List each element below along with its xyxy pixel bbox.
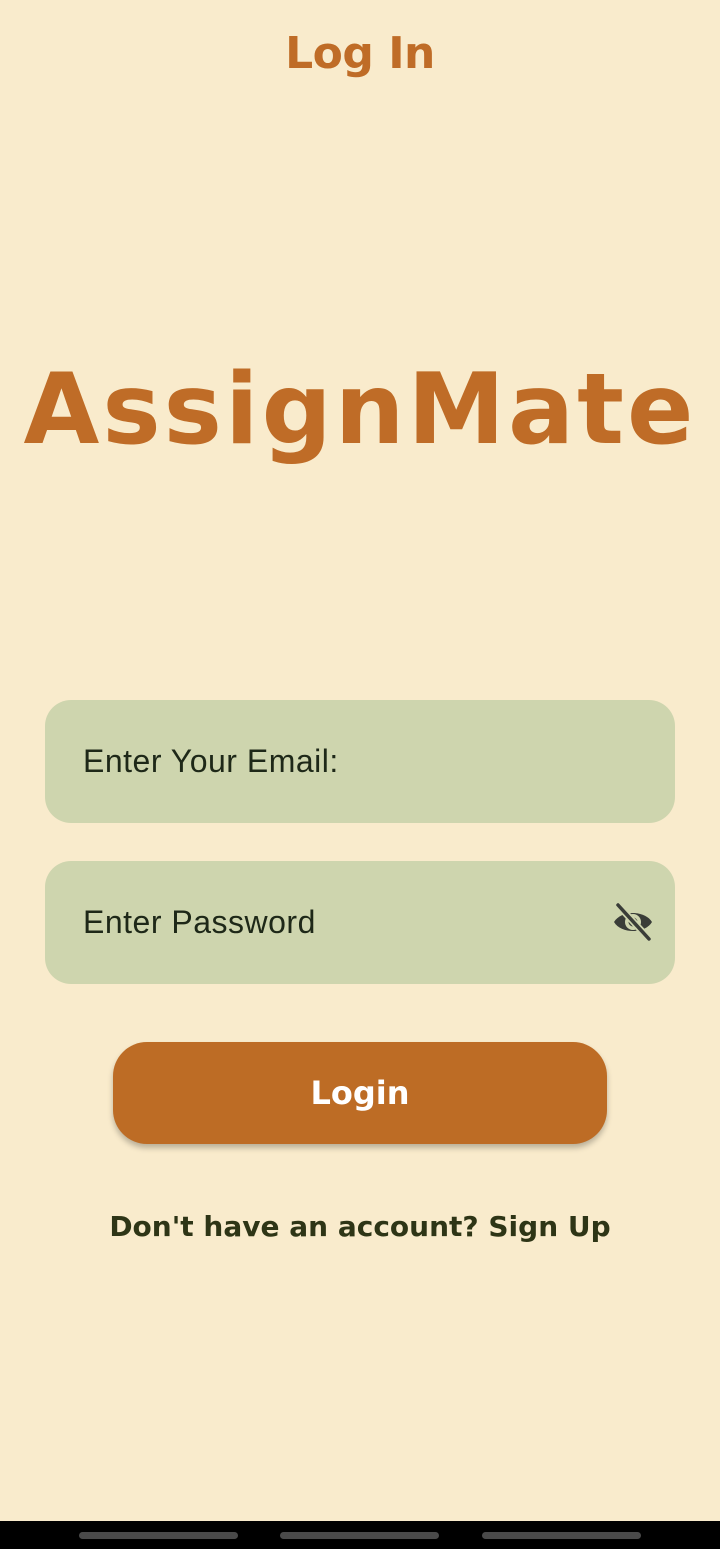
password-field-container[interactable] xyxy=(45,861,675,984)
password-input[interactable] xyxy=(83,861,603,984)
nav-pill[interactable] xyxy=(79,1532,238,1539)
login-button[interactable]: Login xyxy=(113,1042,607,1144)
app-logo: AssignMate xyxy=(23,353,697,467)
nav-pill[interactable] xyxy=(280,1532,439,1539)
page-title: Log In xyxy=(285,28,435,79)
signup-link[interactable]: Don't have an account? Sign Up xyxy=(0,1205,720,1249)
email-input[interactable] xyxy=(83,700,603,823)
nav-pill[interactable] xyxy=(482,1532,641,1539)
eye-off-icon[interactable] xyxy=(611,901,655,943)
email-field-container[interactable] xyxy=(45,700,675,823)
system-navigation-bar xyxy=(0,1521,720,1549)
